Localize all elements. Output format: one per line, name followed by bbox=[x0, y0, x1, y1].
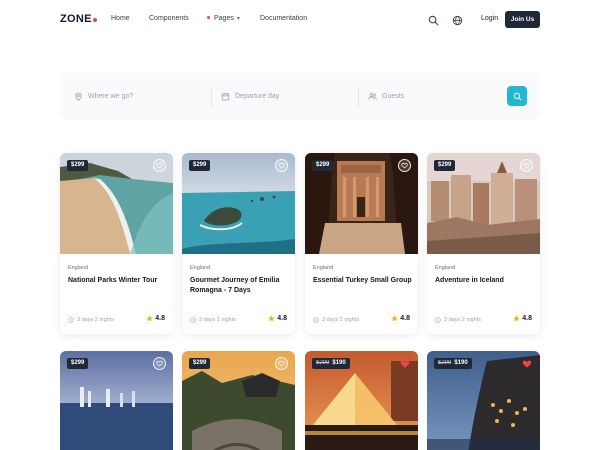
rating-value: 4.8 bbox=[155, 315, 165, 322]
tour-card[interactable]: $299 $190 bbox=[427, 351, 540, 450]
tour-title[interactable]: Essential Turkey Small Group bbox=[313, 276, 413, 286]
tour-duration: 3 days 2 nights bbox=[313, 317, 359, 323]
tour-rating: 4.8 bbox=[513, 315, 532, 322]
price-badge: $299 $190 bbox=[434, 358, 472, 369]
heart-icon[interactable] bbox=[153, 159, 166, 172]
price-badge: $299 bbox=[189, 358, 211, 369]
duration-text: 3 days 2 nights bbox=[444, 317, 481, 323]
login-link[interactable]: Login bbox=[481, 15, 498, 22]
clock-icon bbox=[313, 317, 319, 323]
nav-documentation[interactable]: Documentation bbox=[260, 15, 307, 22]
chevron-down-icon: ▾ bbox=[236, 16, 240, 22]
rating-value: 4.8 bbox=[522, 315, 532, 322]
divider bbox=[358, 87, 359, 107]
price-badge: $299 bbox=[67, 160, 89, 171]
where-field[interactable]: Where we go? bbox=[74, 73, 133, 120]
tour-card[interactable]: $299 $190 bbox=[305, 351, 418, 450]
duration-text: 3 days 2 nights bbox=[77, 317, 114, 323]
tour-rating: 4.8 bbox=[268, 315, 287, 322]
price-badge: $299 bbox=[67, 358, 89, 369]
tour-card[interactable]: $299 England Adventure in Iceland 3 days… bbox=[427, 153, 540, 334]
search-submit-button[interactable] bbox=[507, 86, 527, 106]
guests-placeholder: Guests bbox=[382, 93, 405, 100]
nav-pages[interactable]: Pages ▾ bbox=[207, 15, 240, 22]
old-price: $299 bbox=[316, 360, 330, 366]
location-pin-icon bbox=[75, 92, 82, 101]
price-value: $190 bbox=[332, 360, 346, 366]
tour-duration: 3 days 2 nights bbox=[190, 317, 236, 323]
logo[interactable]: ZONE bbox=[60, 13, 97, 25]
nav-pages-label: Pages bbox=[214, 15, 234, 22]
duration-text: 3 days 2 nights bbox=[322, 317, 359, 323]
tour-title[interactable]: National Parks Winter Tour bbox=[68, 276, 168, 286]
tour-card[interactable]: $299 England Gourmet Journey of Emilia R… bbox=[182, 153, 295, 334]
tour-card[interactable]: $299 England National Parks Winter Tour … bbox=[60, 153, 173, 334]
star-icon bbox=[146, 315, 153, 322]
top-navbar: ZONE Home Components Pages ▾ Documentatio… bbox=[0, 0, 600, 40]
tour-card[interactable]: $299 bbox=[60, 351, 173, 450]
guests-field[interactable]: Guests bbox=[368, 73, 404, 120]
rating-value: 4.8 bbox=[277, 315, 287, 322]
price-value: $299 bbox=[193, 360, 207, 366]
clock-icon bbox=[190, 317, 196, 323]
nav-components[interactable]: Components bbox=[149, 15, 189, 22]
heart-icon[interactable] bbox=[275, 357, 288, 370]
heart-filled-icon[interactable] bbox=[520, 357, 533, 370]
users-icon bbox=[368, 93, 377, 100]
heart-icon[interactable] bbox=[275, 159, 288, 172]
logo-dot bbox=[92, 18, 97, 22]
price-value: $299 bbox=[71, 360, 85, 366]
search-icon bbox=[513, 92, 521, 100]
tour-title[interactable]: Gourmet Journey of Emilia Romagna - 7 Da… bbox=[190, 276, 290, 296]
price-value: $190 bbox=[454, 360, 468, 366]
nav-home[interactable]: Home bbox=[111, 15, 130, 22]
star-icon bbox=[268, 315, 275, 322]
tour-rating: 4.8 bbox=[146, 315, 165, 322]
calendar-icon bbox=[221, 92, 230, 101]
search-icon[interactable] bbox=[428, 13, 439, 26]
price-badge: $299 bbox=[434, 160, 456, 171]
star-icon bbox=[391, 315, 398, 322]
logo-text: ZONE bbox=[60, 13, 92, 25]
departure-field[interactable]: Departure day bbox=[221, 73, 279, 120]
price-badge: $299 bbox=[312, 160, 334, 171]
tour-rating: 4.8 bbox=[391, 315, 410, 322]
price-badge: $299 $190 bbox=[312, 358, 350, 369]
divider bbox=[211, 87, 212, 107]
star-icon bbox=[513, 315, 520, 322]
old-price: $299 bbox=[438, 360, 452, 366]
clock-icon bbox=[435, 317, 441, 323]
tour-location: England bbox=[190, 265, 211, 271]
heart-icon[interactable] bbox=[398, 159, 411, 172]
price-badge: $299 bbox=[189, 160, 211, 171]
join-us-button[interactable]: Join Us bbox=[505, 11, 540, 28]
clock-icon bbox=[68, 317, 74, 323]
departure-placeholder: Departure day bbox=[235, 93, 280, 100]
duration-text: 3 days 2 nights bbox=[199, 317, 236, 323]
tour-title[interactable]: Adventure in Iceland bbox=[435, 276, 535, 286]
search-bar: Where we go? Departure day Guests bbox=[60, 73, 540, 120]
tour-duration: 3 days 2 nights bbox=[435, 317, 481, 323]
tour-location: England bbox=[435, 265, 456, 271]
heart-icon[interactable] bbox=[153, 357, 166, 370]
rating-value: 4.8 bbox=[400, 315, 410, 322]
tour-duration: 3 days 2 nights bbox=[68, 317, 114, 323]
tour-card[interactable]: $299 bbox=[182, 351, 295, 450]
tour-card[interactable]: $299 England Essential Turkey Small Grou… bbox=[305, 153, 418, 334]
heart-filled-icon[interactable] bbox=[398, 357, 411, 370]
heart-icon[interactable] bbox=[520, 159, 533, 172]
globe-icon[interactable] bbox=[452, 13, 463, 26]
tour-location: England bbox=[313, 265, 334, 271]
nav-active-dot bbox=[207, 16, 210, 19]
tour-location: England bbox=[68, 265, 89, 271]
where-placeholder: Where we go? bbox=[88, 93, 134, 100]
